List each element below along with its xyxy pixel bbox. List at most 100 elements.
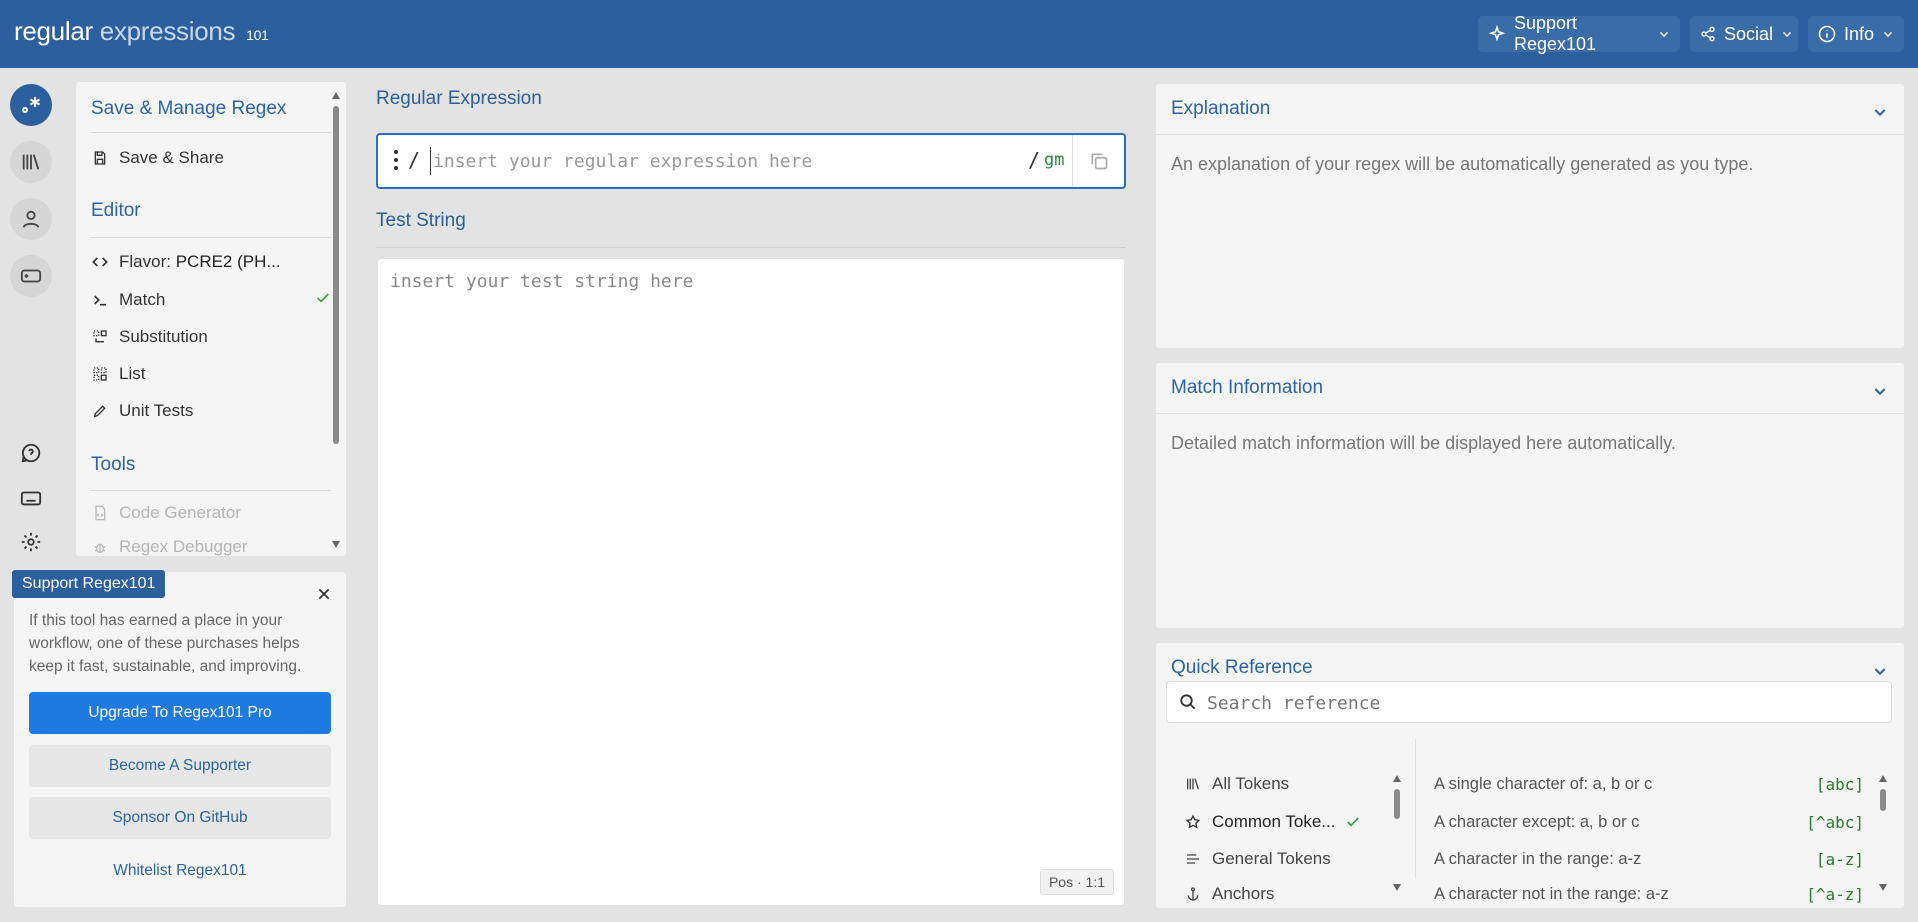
pencil-icon (91, 402, 109, 420)
support-close-button[interactable] (314, 584, 334, 604)
become-supporter-button[interactable]: Become A Supporter (29, 745, 331, 787)
save-manage-heading: Save & Manage Regex (91, 98, 287, 119)
match-item[interactable]: Match (91, 285, 331, 315)
chevron-down-icon[interactable] (1872, 104, 1888, 120)
category-label: Common Toke... (1212, 812, 1336, 831)
reference-search-input[interactable] (1207, 691, 1867, 715)
category-scrollbar[interactable] (1392, 773, 1402, 893)
save-share-label: Save & Share (119, 148, 224, 167)
rail-account-button[interactable] (10, 198, 52, 240)
user-icon (22, 210, 40, 228)
divider (91, 132, 331, 133)
code-icon (91, 253, 109, 271)
quick-reference-panel: Quick Reference All Tokens Common Toke..… (1156, 643, 1904, 908)
chevron-down-icon (1884, 31, 1893, 38)
chevron-down-icon (1783, 31, 1792, 38)
regex-debugger-label: Regex Debugger (119, 537, 248, 556)
match-info-panel: Match Information Detailed match informa… (1156, 363, 1904, 628)
star-icon (1184, 813, 1202, 831)
social-menu-label: Social (1724, 23, 1774, 44)
code-generator-label: Code Generator (119, 503, 241, 522)
social-menu-button[interactable]: Social (1690, 16, 1798, 52)
info-icon (1818, 25, 1836, 43)
share-icon (1701, 26, 1715, 42)
test-string-input[interactable] (390, 271, 1110, 831)
list-item[interactable]: List (91, 359, 331, 389)
chevron-down-icon[interactable] (1872, 663, 1888, 679)
app-logo[interactable]: regular expressions 101 (14, 16, 269, 47)
delimiter-menu-button[interactable] (392, 150, 400, 170)
app-header: regular expressions 101 Support Regex101… (0, 0, 1918, 68)
reference-search-box (1166, 681, 1892, 723)
gear-icon (21, 532, 41, 552)
substitution-label: Substitution (119, 327, 208, 346)
category-label: All Tokens (1212, 774, 1290, 793)
category-general-tokens[interactable]: General Tokens (1184, 844, 1374, 874)
terminal-icon (91, 291, 109, 309)
unit-tests-item[interactable]: Unit Tests (91, 396, 331, 426)
rail-help-button[interactable] (19, 441, 43, 465)
support-card: Support Regex101 If this tool has earned… (12, 570, 346, 907)
rail-keyboard-button[interactable] (19, 486, 43, 510)
save-share-item[interactable]: Save & Share (91, 143, 331, 173)
rail-quiz-button[interactable] (10, 255, 52, 297)
reference-token: [a-z] (1815, 849, 1864, 869)
reference-description: A character in the range: a-z (1434, 849, 1642, 868)
save-icon (91, 149, 109, 167)
regex-input[interactable] (430, 147, 1030, 175)
divider (376, 247, 1126, 248)
logo-text-main: regular (14, 16, 93, 46)
code-generator-item: Code Generator (91, 498, 331, 528)
explanation-text: An explanation of your regex will be aut… (1171, 154, 1754, 174)
reference-row[interactable]: A character in the range: a-z [a-z] (1434, 844, 1864, 874)
support-menu-button[interactable]: Support Regex101 (1478, 13, 1680, 54)
anchor-icon (1184, 885, 1202, 903)
flavor-item[interactable]: Flavor: PCRE2 (PH... (91, 247, 331, 277)
whitelist-button[interactable]: Whitelist Regex101 (29, 850, 331, 892)
file-code-icon (91, 504, 109, 522)
match-info-title[interactable]: Match Information (1171, 377, 1323, 399)
logo-text-light: expressions (99, 16, 236, 46)
copy-icon (1091, 153, 1107, 170)
rail-regex-editor-button[interactable] (10, 84, 52, 126)
reference-row[interactable]: A single character of: a, b or c [abc] (1434, 769, 1864, 799)
tools-heading: Tools (91, 454, 136, 475)
quick-reference-title[interactable]: Quick Reference (1171, 657, 1313, 679)
divider (91, 237, 331, 238)
checkmark-icon (315, 290, 331, 311)
substitution-item[interactable]: Substitution (91, 322, 331, 352)
help-chat-icon (21, 443, 41, 463)
upgrade-pro-button[interactable]: Upgrade To Regex101 Pro (29, 692, 331, 734)
reference-description: A single character of: a, b or c (1434, 774, 1653, 793)
reference-token: [^abc] (1806, 812, 1864, 832)
reference-description: A character not in the range: a-z (1434, 884, 1669, 903)
sidebar-scrollbar[interactable] (331, 90, 341, 550)
text-lines-icon (1184, 850, 1202, 868)
regex-flags-button[interactable]: gm (1044, 150, 1064, 170)
regex-delimiter-open: / (408, 148, 421, 172)
rail-settings-button[interactable] (19, 530, 43, 554)
reference-token: [abc] (1815, 774, 1864, 794)
editor-heading: Editor (91, 200, 141, 221)
reference-row[interactable]: A character except: a, b or c [^abc] (1434, 807, 1864, 837)
rail-library-button[interactable] (10, 141, 52, 183)
reference-scrollbar[interactable] (1878, 773, 1888, 893)
explanation-panel: Explanation An explanation of your regex… (1156, 84, 1904, 348)
support-menu-label: Support Regex101 (1514, 13, 1597, 54)
category-anchors[interactable]: Anchors (1184, 879, 1374, 908)
info-menu-button[interactable]: Info (1808, 16, 1904, 52)
category-label: General Tokens (1212, 849, 1331, 868)
reference-row[interactable]: A character not in the range: a-z [^a-z] (1434, 879, 1864, 908)
test-string-panel: Pos · 1:1 (378, 259, 1124, 905)
sponsor-github-button[interactable]: Sponsor On GitHub (29, 797, 331, 839)
regex-input-box: / / gm (376, 133, 1126, 189)
explanation-title[interactable]: Explanation (1171, 98, 1270, 120)
category-common-tokens[interactable]: Common Toke... (1184, 807, 1374, 837)
category-all-tokens[interactable]: All Tokens (1184, 769, 1374, 799)
list-label: List (119, 364, 146, 383)
chevron-down-icon[interactable] (1872, 383, 1888, 399)
library-icon (1184, 775, 1202, 793)
copy-regex-button[interactable] (1072, 135, 1124, 187)
divider (1415, 739, 1416, 879)
regex-icon (22, 97, 40, 113)
